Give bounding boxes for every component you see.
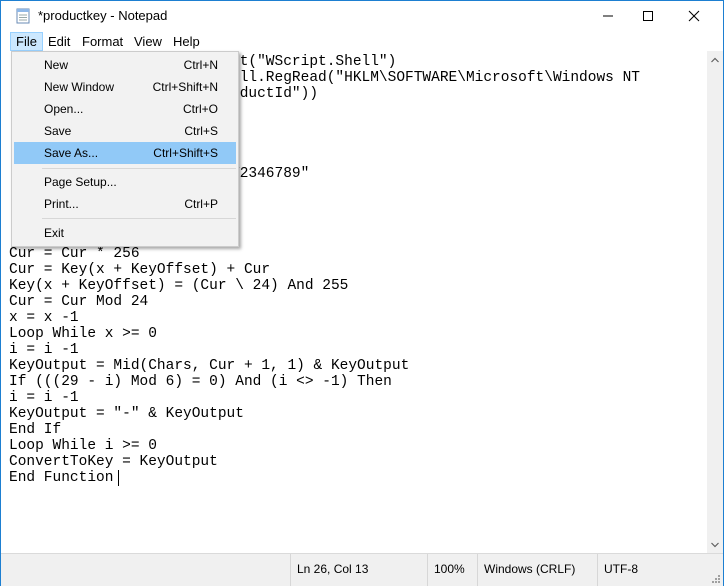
code-line: End Function: [9, 470, 114, 486]
maximize-icon: [643, 11, 653, 21]
code-line: Cur = Key(x + KeyOffset) + Cur: [9, 262, 271, 278]
code-line-partial: oductId")): [231, 86, 319, 102]
menu-help[interactable]: Help: [168, 32, 205, 51]
text-caret: [118, 470, 119, 486]
code-line-partial: Y2346789": [231, 166, 310, 182]
menu-item-label: Page Setup...: [44, 175, 117, 189]
status-bar: Ln 26, Col 13 100% Windows (CRLF) UTF-8: [1, 553, 723, 586]
status-line-ending: Windows (CRLF): [477, 554, 597, 586]
code-line: End If: [9, 422, 62, 438]
code-line: Key(x + KeyOffset) = (Cur \ 24) And 255: [9, 278, 349, 294]
menu-item-label: New Window: [44, 80, 115, 94]
chevron-up-icon: [711, 57, 719, 62]
menu-item-new-window[interactable]: New Window Ctrl+Shift+N: [14, 76, 236, 98]
window-title: *productkey - Notepad: [38, 8, 168, 23]
scroll-down-button[interactable]: [707, 536, 723, 553]
menu-item-shortcut: Ctrl+Shift+S: [153, 146, 218, 160]
menu-item-shortcut: Ctrl+P: [184, 197, 218, 211]
menu-item-label: Save As...: [44, 146, 99, 160]
menu-item-page-setup[interactable]: Page Setup...: [14, 171, 236, 193]
menu-item-save[interactable]: Save Ctrl+S: [14, 120, 236, 142]
minimize-icon: [603, 15, 613, 17]
maximize-button[interactable]: [625, 1, 671, 31]
menu-item-shortcut: Ctrl+O: [182, 102, 218, 116]
menu-item-shortcut: Ctrl+Shift+N: [152, 80, 218, 94]
code-line: Cur = Cur * 256: [9, 246, 140, 262]
menu-edit[interactable]: Edit: [43, 32, 75, 51]
code-line: i = i -1: [9, 342, 79, 358]
code-line-partial: ell.RegRead("HKLM\SOFTWARE\Microsoft\Win…: [231, 70, 640, 86]
menu-view[interactable]: View: [129, 32, 167, 51]
status-encoding: UTF-8: [597, 554, 723, 586]
menu-format[interactable]: Format: [77, 32, 128, 51]
notepad-window: *productkey - Notepad File Edit Format V…: [0, 0, 724, 586]
menu-item-save-as[interactable]: Save As... Ctrl+Shift+S: [14, 142, 236, 164]
code-line: Loop While i >= 0: [9, 438, 157, 454]
menu-file[interactable]: File: [10, 32, 43, 51]
scroll-up-button[interactable]: [707, 51, 723, 68]
file-menu-dropdown: New Ctrl+N New Window Ctrl+Shift+N Open.…: [11, 51, 239, 247]
menu-bar: File Edit Format View Help: [1, 31, 723, 52]
menu-item-label: New: [44, 58, 69, 72]
code-line: Loop While x >= 0: [9, 326, 157, 342]
vertical-scrollbar[interactable]: [707, 51, 723, 553]
chevron-down-icon: [711, 542, 719, 547]
status-cursor-position: Ln 26, Col 13: [290, 554, 427, 586]
code-line: KeyOutput = "-" & KeyOutput: [9, 406, 244, 422]
menu-item-shortcut: Ctrl+S: [184, 124, 218, 138]
code-line: KeyOutput = Mid(Chars, Cur + 1, 1) & Key…: [9, 358, 410, 374]
menu-item-label: Save: [44, 124, 72, 138]
code-line: ConvertToKey = KeyOutput: [9, 454, 218, 470]
code-line: x = x -1: [9, 310, 79, 326]
menu-item-open[interactable]: Open... Ctrl+O: [14, 98, 236, 120]
menu-separator: [42, 168, 236, 169]
code-line: Cur = Cur Mod 24: [9, 294, 149, 310]
menu-separator: [42, 218, 236, 219]
code-line: i = i -1: [9, 390, 79, 406]
menu-item-print[interactable]: Print... Ctrl+P: [14, 193, 236, 215]
status-zoom: 100%: [427, 554, 477, 586]
menu-item-new[interactable]: New Ctrl+N: [14, 54, 236, 76]
notepad-icon: [16, 8, 30, 24]
code-line-partial: ct("WScript.Shell"): [231, 54, 397, 70]
resize-grip-icon[interactable]: [710, 573, 720, 583]
close-button[interactable]: [671, 1, 717, 31]
menu-item-label: Print...: [44, 197, 79, 211]
code-line: If (((29 - i) Mod 6) = 0) And (i <> -1) …: [9, 374, 392, 390]
menu-item-shortcut: Ctrl+N: [183, 58, 218, 72]
close-icon: [688, 10, 700, 22]
menu-item-exit[interactable]: Exit: [14, 222, 236, 244]
menu-item-label: Exit: [44, 226, 65, 240]
menu-item-label: Open...: [44, 102, 84, 116]
title-bar[interactable]: *productkey - Notepad: [1, 1, 723, 31]
